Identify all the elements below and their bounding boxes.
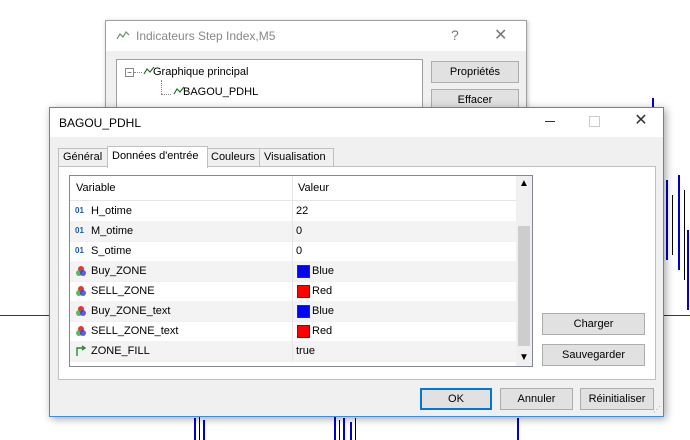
dialog-titlebar: BAGOU_PDHL ✕ [50, 108, 663, 137]
tree-item-indicator[interactable]: BAGOU_PDHL [183, 86, 258, 98]
tab-colors[interactable]: Couleurs [206, 148, 260, 167]
param-value[interactable]: true [296, 345, 315, 357]
indicator-properties-dialog: BAGOU_PDHL ✕ Général Données d'entrée Co… [49, 107, 664, 417]
bool-icon [75, 345, 87, 357]
column-separator [292, 221, 293, 241]
reset-button[interactable]: Réinitialiser [580, 388, 654, 410]
column-separator [292, 281, 293, 301]
color-icon [75, 305, 87, 317]
ok-button[interactable]: OK [420, 388, 492, 410]
column-separator [292, 341, 293, 361]
dialog-title: BAGOU_PDHL [59, 116, 142, 130]
scroll-up-icon[interactable]: ▲ [516, 176, 532, 192]
chart-candle [684, 190, 685, 280]
chart-candle [339, 420, 340, 440]
param-name: H_otime [91, 205, 132, 217]
table-row[interactable]: 01 H_otime 22 [70, 201, 516, 222]
chart-candle [687, 230, 689, 310]
param-name: SELL_ZONE_text [91, 325, 179, 337]
param-value[interactable]: Blue [312, 265, 334, 277]
column-separator [292, 261, 293, 281]
close-button[interactable]: ✕ [630, 111, 652, 133]
param-name: SELL_ZONE [91, 285, 155, 297]
param-name: ZONE_FILL [91, 345, 150, 357]
cancel-button[interactable]: Annuler [500, 388, 573, 410]
color-icon [75, 265, 87, 277]
table-row[interactable]: SELL_ZONE Red [70, 281, 516, 302]
chart-candle [517, 418, 519, 440]
chart-candle [343, 418, 345, 440]
tree-connector [161, 94, 171, 95]
inputs-panel: Variable Valeur 01 H_otime 22 01 M_otime… [58, 166, 656, 380]
chart-candle [678, 175, 680, 270]
chart-candle [199, 414, 200, 440]
header-separator [292, 176, 293, 200]
header-variable[interactable]: Variable [76, 182, 116, 194]
param-value[interactable]: Red [312, 325, 332, 337]
int-icon: 01 [75, 226, 84, 235]
color-swatch [297, 265, 310, 278]
column-separator [292, 241, 293, 261]
tab-inputs[interactable]: Données d'entrée [107, 146, 208, 168]
param-value[interactable]: 22 [296, 205, 308, 217]
properties-button[interactable]: Propriétés [431, 61, 519, 83]
table-row[interactable]: SELL_ZONE_text Red [70, 321, 516, 342]
tab-general[interactable]: Général [58, 148, 108, 167]
param-value[interactable]: 0 [296, 245, 302, 257]
color-swatch [297, 285, 310, 298]
tab-visualization[interactable]: Visualisation [259, 148, 334, 167]
grid-scrollbar[interactable]: ▲ ▼ [516, 176, 532, 366]
chart-candle [350, 422, 352, 440]
help-button[interactable]: ? [451, 27, 459, 43]
scroll-thumb[interactable] [518, 226, 530, 346]
table-row[interactable]: 01 S_otime 0 [70, 241, 516, 262]
param-value[interactable]: Red [312, 285, 332, 297]
color-swatch [297, 305, 310, 318]
scroll-down-icon[interactable]: ▼ [516, 350, 532, 366]
param-name: S_otime [91, 245, 132, 257]
header-value[interactable]: Valeur [298, 182, 329, 194]
param-name: M_otime [91, 225, 134, 237]
load-button[interactable]: Charger [542, 313, 645, 335]
chart-candle [672, 195, 673, 255]
save-button[interactable]: Sauvegarder [542, 344, 645, 366]
table-row[interactable]: 01 M_otime 0 [70, 221, 516, 242]
chart-candle [203, 420, 205, 440]
column-separator [292, 321, 293, 341]
color-icon [75, 285, 87, 297]
table-row[interactable]: ZONE_FILL true [70, 341, 516, 362]
color-icon [75, 325, 87, 337]
table-row[interactable]: Buy_ZONE_text Blue [70, 301, 516, 322]
column-separator [292, 301, 293, 321]
indicators-titlebar: Indicateurs Step Index,M5 ? ✕ [106, 21, 526, 51]
indicators-title: Indicateurs Step Index,M5 [136, 29, 276, 43]
param-value[interactable]: 0 [296, 225, 302, 237]
int-icon: 01 [75, 206, 84, 215]
maximize-button[interactable] [584, 111, 604, 131]
inputs-grid[interactable]: Variable Valeur 01 H_otime 22 01 M_otime… [69, 175, 533, 367]
close-button[interactable]: ✕ [494, 25, 507, 45]
collapse-icon[interactable]: − [125, 68, 134, 77]
chart-candle [355, 418, 356, 440]
color-swatch [297, 325, 310, 338]
grid-header: Variable Valeur [70, 176, 516, 201]
param-name: Buy_ZONE_text [91, 305, 171, 317]
chart-candle [334, 416, 336, 440]
int-icon: 01 [75, 246, 84, 255]
chart-candle [194, 418, 196, 440]
chart-candle [666, 180, 668, 260]
column-separator [292, 201, 293, 221]
minimize-button[interactable] [540, 111, 560, 131]
tree-item-main-chart[interactable]: Graphique principal [153, 66, 248, 78]
tree-connector [134, 72, 142, 73]
param-name: Buy_ZONE [91, 265, 147, 277]
indicator-icon [116, 31, 130, 44]
resize-grip-icon[interactable]: ⋰ [653, 405, 661, 414]
param-value[interactable]: Blue [312, 305, 334, 317]
table-row[interactable]: Buy_ZONE Blue [70, 261, 516, 282]
tree-connector [161, 80, 162, 94]
